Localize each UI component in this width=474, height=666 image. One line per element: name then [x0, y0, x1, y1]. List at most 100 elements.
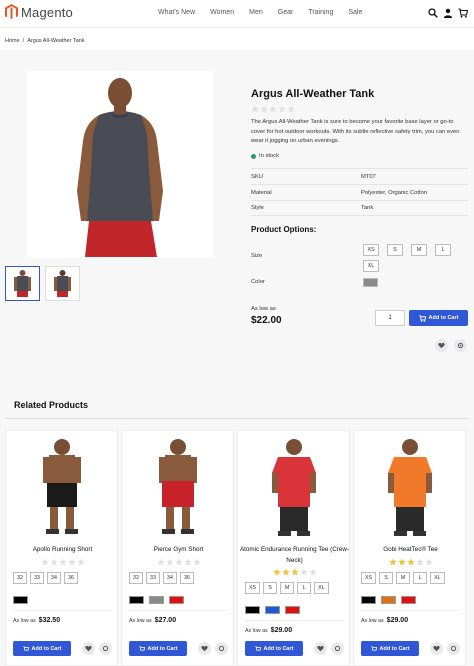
color-swatch[interactable]: [361, 596, 376, 604]
man-tank-illustration: [77, 78, 163, 257]
size-option[interactable]: XL: [430, 572, 445, 584]
cart-icon: [254, 645, 261, 651]
size-option[interactable]: S: [379, 572, 394, 584]
add-to-cart-button[interactable]: Add to Cart: [13, 641, 71, 656]
size-option-xs[interactable]: XS: [363, 244, 379, 256]
attr-label: Material: [251, 189, 272, 196]
size-option[interactable]: XL: [314, 582, 329, 594]
add-to-cart-button[interactable]: Add to Cart: [361, 641, 419, 656]
stock-text: In stock: [259, 153, 279, 159]
compare-button[interactable]: [215, 642, 228, 655]
product-card[interactable]: Apollo Running Short 32 33 34 36 As low as $…: [5, 430, 118, 666]
magento-logo[interactable]: Magento: [5, 4, 73, 20]
wishlist-button[interactable]: [82, 642, 95, 655]
user-icon[interactable]: [443, 8, 453, 18]
add-to-cart-button[interactable]: Add to Cart: [245, 641, 303, 656]
size-option-s[interactable]: S: [387, 244, 403, 256]
star-icon: [68, 558, 76, 566]
size-option-xl[interactable]: XL: [363, 260, 379, 272]
cart-icon[interactable]: [458, 8, 468, 18]
color-swatch[interactable]: [401, 596, 416, 604]
compare-icon: [218, 645, 225, 652]
size-option[interactable]: M: [280, 582, 295, 594]
color-swatch[interactable]: [381, 596, 396, 604]
size-option[interactable]: XS: [361, 572, 377, 584]
star-icon: [193, 558, 201, 566]
product-card-name[interactable]: Gobi HeatTec® Tee: [354, 544, 467, 555]
nav-women[interactable]: Women: [210, 9, 234, 16]
compare-button[interactable]: [99, 642, 112, 655]
star-icon: [166, 558, 174, 566]
star-icon: [157, 558, 165, 566]
size-option[interactable]: 36: [64, 572, 78, 584]
nav-men[interactable]: Men: [249, 9, 263, 16]
wishlist-button[interactable]: [198, 642, 211, 655]
nav-training[interactable]: Training: [308, 9, 333, 16]
size-option[interactable]: 34: [163, 572, 177, 584]
product-card-price: As low as $29.00: [245, 627, 292, 634]
header-icons: [428, 8, 468, 18]
size-option[interactable]: L: [413, 572, 428, 584]
size-option[interactable]: 32: [129, 572, 143, 584]
product-card-price: As low as $27.00: [129, 617, 176, 624]
wishlist-button[interactable]: [430, 642, 443, 655]
heart-icon: [201, 645, 208, 652]
star-icon: [398, 558, 406, 566]
product-main-image[interactable]: [27, 71, 213, 258]
nav-sale[interactable]: Sale: [348, 9, 362, 16]
price-value: $27.00: [154, 617, 177, 624]
product-card-divider: [129, 610, 228, 611]
thumbnail-front[interactable]: [5, 266, 40, 301]
size-option[interactable]: S: [263, 582, 278, 594]
breadcrumb-current: Argus All-Weather Tank: [27, 38, 85, 44]
color-swatch[interactable]: [13, 596, 28, 604]
compare-button[interactable]: [454, 339, 467, 352]
product-card-image: [159, 439, 197, 534]
wishlist-button[interactable]: [314, 642, 327, 655]
wishlist-button[interactable]: [435, 339, 448, 352]
size-option[interactable]: 34: [47, 572, 61, 584]
search-icon[interactable]: [428, 8, 438, 18]
compare-button[interactable]: [447, 642, 460, 655]
size-option-m[interactable]: M: [411, 244, 427, 256]
size-option[interactable]: 33: [30, 572, 44, 584]
quantity-input[interactable]: 1: [375, 310, 405, 326]
product-card-name[interactable]: Pierce Gym Short: [122, 544, 235, 555]
color-swatch[interactable]: [285, 606, 300, 614]
product-card[interactable]: Pierce Gym Short 32 33 34 36 As low as $27.0…: [121, 430, 234, 666]
nav-whats-new[interactable]: What's New: [158, 9, 195, 16]
star-icon: [389, 558, 397, 566]
star-icon: [425, 558, 433, 566]
size-option[interactable]: L: [297, 582, 312, 594]
size-option[interactable]: XS: [245, 582, 261, 594]
size-option[interactable]: M: [396, 572, 411, 584]
size-option[interactable]: 33: [146, 572, 160, 584]
star-icon: [407, 558, 415, 566]
color-swatch-gray[interactable]: [363, 278, 378, 287]
size-option-l[interactable]: L: [435, 244, 451, 256]
product-card-name[interactable]: Atomic Endurance Running Tee (Crew-Neck): [238, 544, 351, 566]
thumbnail-back[interactable]: [45, 266, 80, 301]
color-swatch[interactable]: [129, 596, 144, 604]
color-swatch[interactable]: [245, 606, 260, 614]
color-swatch[interactable]: [169, 596, 184, 604]
product-card-rating: [157, 558, 201, 566]
attr-value: MT07: [361, 173, 376, 180]
product-card-name[interactable]: Apollo Running Short: [6, 544, 119, 555]
size-option[interactable]: 36: [180, 572, 194, 584]
attr-value: Polyester, Organic Cotton: [361, 189, 428, 196]
color-swatch[interactable]: [149, 596, 164, 604]
add-to-cart-button[interactable]: Add to Cart: [409, 310, 468, 326]
product-card-colors: [361, 596, 416, 604]
product-card-sizes: XS S M L XL: [361, 572, 445, 584]
color-swatch[interactable]: [265, 606, 280, 614]
product-card[interactable]: Gobi HeatTec® Tee XS S M L XL As low as $29.0…: [353, 430, 466, 666]
nav-gear[interactable]: Gear: [278, 9, 294, 16]
compare-button[interactable]: [331, 642, 344, 655]
size-option[interactable]: 32: [13, 572, 27, 584]
breadcrumb-home[interactable]: Home: [5, 38, 20, 44]
product-card[interactable]: Atomic Endurance Running Tee (Crew-Neck)…: [237, 430, 350, 666]
add-to-cart-button[interactable]: Add to Cart: [129, 641, 187, 656]
cart-icon: [418, 314, 426, 322]
product-card-sizes: 32 33 34 36: [13, 572, 78, 584]
